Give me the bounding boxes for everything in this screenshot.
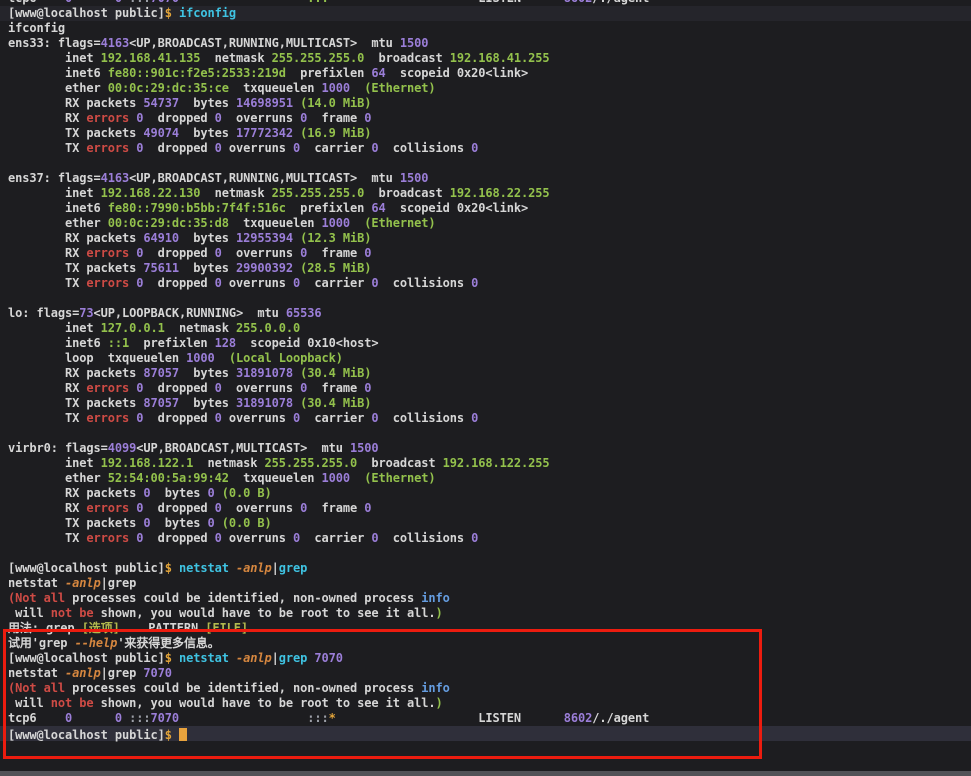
prompt-line: [www@localhost public]$ netstat -anlp|gr… [8,651,343,665]
terminal-line: inet 192.168.41.135 netmask 255.255.255.… [8,51,550,65]
terminal-line: (Not all processes could be identified, … [8,681,450,695]
terminal-line: ether 52:54:00:5a:99:42 txqueuelen 1000 … [8,471,436,485]
terminal-line: lo: flags=73<UP,LOOPBACK,RUNNING> mtu 65… [8,306,322,320]
terminal-line: TX packets 75611 bytes 29900392 (28.5 Mi… [8,261,372,275]
terminal-line: RX errors 0 dropped 0 overruns 0 frame 0 [8,246,372,260]
terminal-line: RX packets 64910 bytes 12955394 (12.3 Mi… [8,231,372,245]
terminal-line: RX packets 87057 bytes 31891078 (30.4 Mi… [8,366,372,380]
terminal-line: ifconfig [8,21,65,35]
terminal-line: RX packets 54737 bytes 14698951 (14.0 Mi… [8,96,372,110]
terminal-line: RX errors 0 dropped 0 overruns 0 frame 0 [8,381,372,395]
terminal-line: inet 127.0.0.1 netmask 255.0.0.0 [8,321,301,335]
terminal-line: will not be shown, you would have to be … [8,696,443,710]
terminal-line: ether 00:0c:29:dc:35:ce txqueuelen 1000 … [8,81,436,95]
terminal-line: TX packets 0 bytes 0 (0.0 B) [8,516,272,530]
terminal-line: netstat -anlp|grep [8,576,137,590]
terminal-line: ether 00:0c:29:dc:35:d8 txqueuelen 1000 … [8,216,436,230]
prompt-line: [www@localhost public]$ netstat -anlp|gr… [8,561,308,575]
terminal-line: (Not all processes could be identified, … [8,591,450,605]
bottom-window-edge [0,771,971,776]
terminal-line: TX errors 0 dropped 0 overruns 0 carrier… [8,411,479,425]
terminal-line: inet6 ::1 prefixlen 128 scopeid 0x10<hos… [8,336,379,350]
terminal-line: inet6 fe80::7990:b5bb:7f4f:516c prefixle… [8,201,529,215]
terminal-line: inet 192.168.22.130 netmask 255.255.255.… [8,186,550,200]
terminal-screen[interactable]: tcp6 0 0 :::7070 :::* LISTEN 8602/./agen… [0,0,971,742]
grep-help-hint-line: 试用'grep --help'来获得更多信息。 [8,636,220,650]
terminal-line: RX errors 0 dropped 0 overruns 0 frame 0 [8,501,372,515]
prompt-line: [www@localhost public]$ [0,726,971,742]
terminal-line: TX packets 87057 bytes 31891078 (30.4 Mi… [8,396,372,410]
terminal-line: TX packets 49074 bytes 17772342 (16.9 Mi… [8,126,372,140]
terminal-line: RX errors 0 dropped 0 overruns 0 frame 0 [8,111,372,125]
terminal-line: netstat -anlp|grep 7070 [8,666,172,680]
terminal-line: virbr0: flags=4099<UP,BROADCAST,MULTICAS… [8,441,379,455]
terminal-line: ens33: flags=4163<UP,BROADCAST,RUNNING,M… [8,36,429,50]
terminal-line: TX errors 0 dropped 0 overruns 0 carrier… [8,276,479,290]
terminal-line: TX errors 0 dropped 0 overruns 0 carrier… [8,141,479,155]
terminal-line: RX packets 0 bytes 0 (0.0 B) [8,486,272,500]
prompt-line: [www@localhost public]$ ifconfig [0,6,971,21]
terminal-line: inet 192.168.122.1 netmask 255.255.255.0… [8,456,550,470]
terminal-line: ens37: flags=4163<UP,BROADCAST,RUNNING,M… [8,171,429,185]
grep-usage-line: 用法: grep [选项]... PATTERN [FILE]... [8,621,270,635]
netstat-result-line: tcp6 0 0 :::7070 :::* LISTEN 8602/./agen… [8,711,650,725]
terminal-cursor [179,728,187,741]
terminal-line: will not be shown, you would have to be … [8,606,443,620]
terminal-line: loop txqueuelen 1000 (Local Loopback) [8,351,343,365]
terminal-line: inet6 fe80::901c:f2e5:2533:219d prefixle… [8,66,529,80]
terminal-line: TX errors 0 dropped 0 overruns 0 carrier… [8,531,479,545]
